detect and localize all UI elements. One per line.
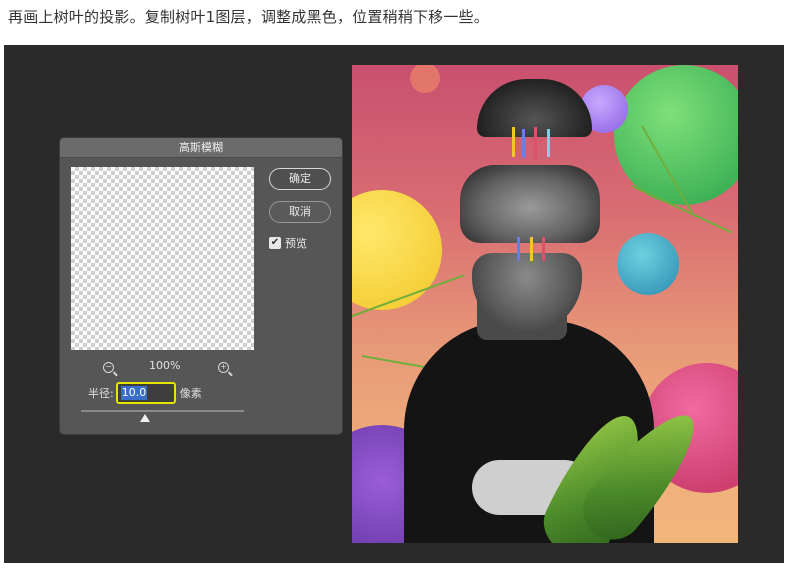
zoom-in-icon[interactable]: + [218, 359, 229, 373]
ok-button[interactable]: 确定 [269, 168, 331, 190]
slider-thumb-icon[interactable] [140, 414, 150, 422]
radius-label: 半径: [88, 387, 114, 400]
dialog-title: 高斯模糊 [60, 138, 342, 158]
preview-label: 预览 [285, 237, 307, 250]
strand-icon [547, 129, 550, 157]
strand-icon [522, 129, 525, 157]
blue-sphere-icon [617, 233, 679, 295]
cancel-button[interactable]: 取消 [269, 201, 331, 223]
radius-unit: 像素 [179, 387, 202, 400]
radius-value[interactable]: 10.0 [120, 386, 148, 400]
gaussian-blur-dialog: 高斯模糊 确定 取消 ✔ 预览 − 100% + 半径: 10.0 像素 [60, 138, 342, 434]
strand-icon [512, 127, 515, 157]
strand-icon [542, 237, 545, 261]
strand-icon [530, 237, 533, 261]
zoom-out-icon[interactable]: − [103, 359, 114, 373]
photoshop-workspace: 高斯模糊 确定 取消 ✔ 预览 − 100% + 半径: 10.0 像素 [4, 45, 784, 563]
yellow-sphere-icon [352, 190, 442, 310]
strand-icon [534, 127, 537, 159]
strand-icon [517, 237, 520, 261]
zoom-controls: − 100% + [71, 359, 254, 375]
blur-preview-area[interactable] [71, 167, 254, 350]
radius-slider-track[interactable] [81, 410, 244, 412]
person-head-middle [460, 165, 600, 243]
canvas-artwork [352, 65, 738, 543]
pink-sphere-icon [410, 65, 440, 93]
article-caption: 再画上树叶的投影。复制树叶1图层，调整成黑色，位置稍稍下移一些。 [8, 8, 489, 26]
check-icon[interactable]: ✔ [269, 237, 281, 249]
radius-row: 半径: 10.0 像素 [88, 382, 202, 404]
preview-checkbox-row[interactable]: ✔ 预览 [269, 235, 307, 251]
radius-input[interactable]: 10.0 [115, 382, 176, 404]
zoom-level: 100% [149, 359, 181, 372]
